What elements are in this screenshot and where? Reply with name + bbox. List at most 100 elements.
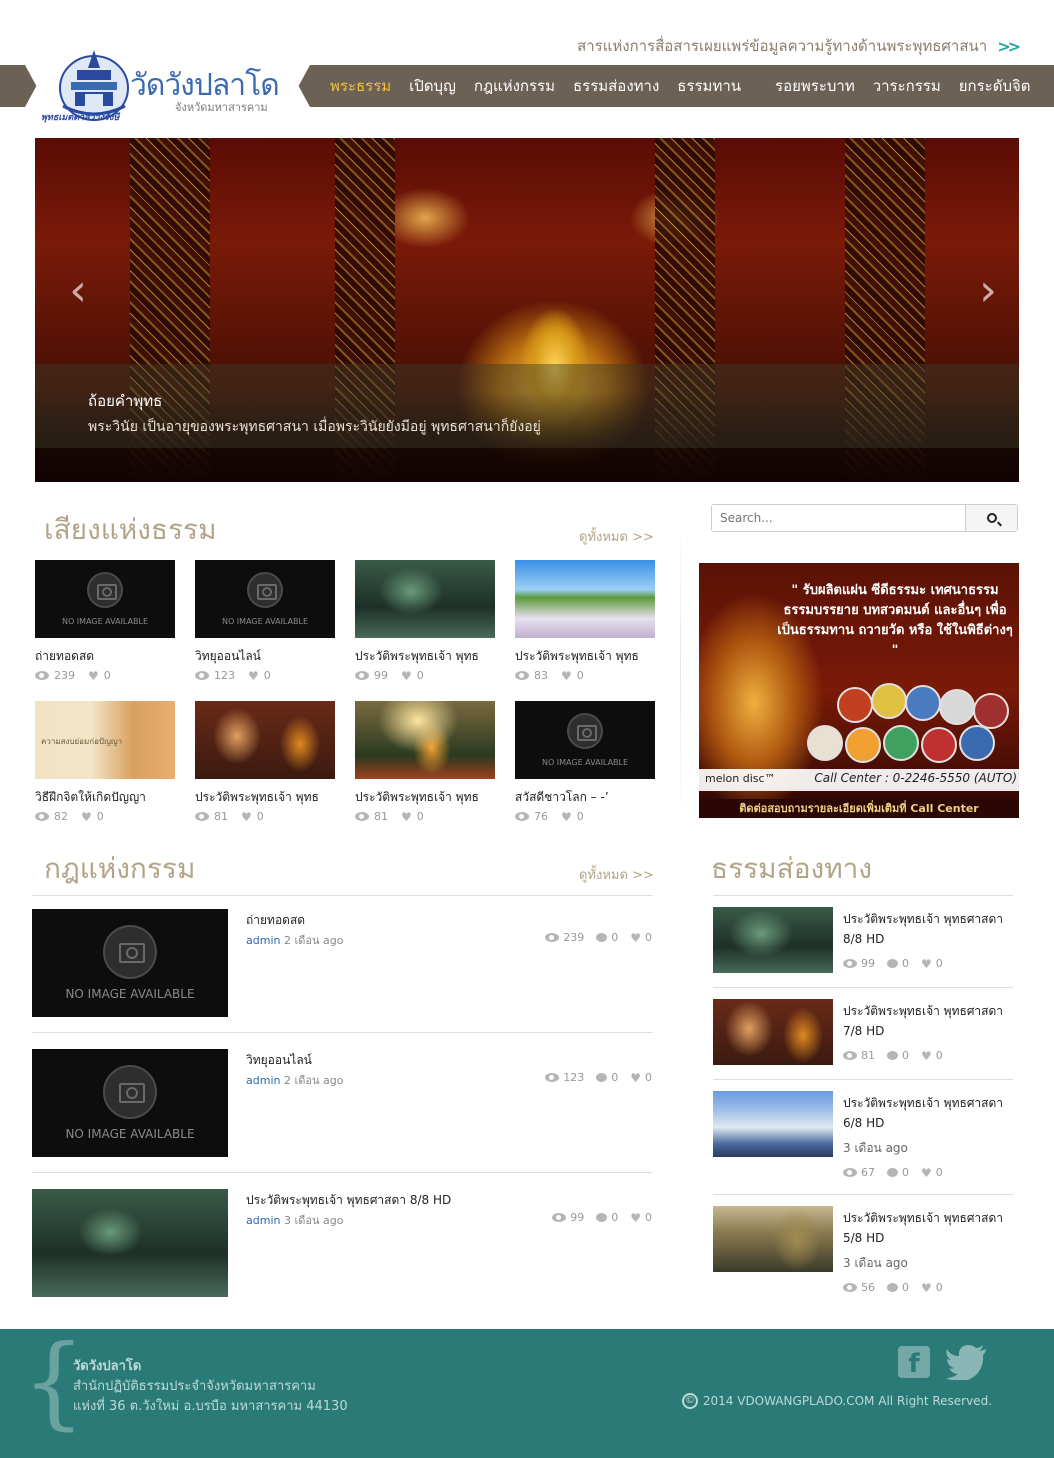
nav-item-karma-term[interactable]: วาระกรรม [873, 74, 941, 98]
video-title[interactable]: ประวัติพระพุทธเจ้า พุทธ [355, 788, 495, 807]
like-count: 0 [576, 810, 584, 823]
guide-thumbnail[interactable] [713, 1206, 833, 1272]
video-stats: 76 ♥ 0 [515, 810, 655, 823]
row-title[interactable]: วิทยุออนไลน์ [246, 1051, 312, 1070]
video-title[interactable]: ประวัติพระพุทธเจ้า พุทธ [515, 647, 655, 666]
video-thumbnail[interactable]: NO IMAGE AVAILABLE [35, 560, 175, 638]
guide-title[interactable]: ประวัติพระพุทธเจ้า พุทธศาสดา 8/8 HD [843, 909, 1013, 949]
comment-icon[interactable] [887, 1168, 898, 1177]
heart-icon[interactable]: ♥ [248, 670, 259, 682]
see-all-karma-link[interactable]: ดูทั้งหมด >> [579, 864, 654, 885]
guide-thumbnail[interactable] [713, 1091, 833, 1157]
nav-item-dhamma-gift[interactable]: ธรรมทาน [677, 74, 741, 98]
list-row[interactable]: NO IMAGE AVAILABLE วิทยุออนไลน์ admin 2 … [32, 1049, 652, 1157]
comment-icon[interactable] [596, 933, 608, 942]
video-thumbnail[interactable] [355, 701, 495, 779]
nav-item-karma-law[interactable]: กฎแห่งกรรม [474, 74, 555, 98]
video-title[interactable]: วิธีฝึกจิตให้เกิดปัญญา [35, 788, 175, 807]
guide-item[interactable]: ประวัติพระพุทธเจ้า พุทธศาสดา 6/8 HD 3 เด… [713, 1091, 1013, 1181]
list-row[interactable]: NO IMAGE AVAILABLE ถ่ายทอดสด admin 2 เดื… [32, 909, 652, 1017]
video-title[interactable]: วิทยุออนไลน์ [195, 647, 335, 666]
guide-item[interactable]: ประวัติพระพุทธเจ้า พุทธศาสดา 7/8 HD 81 0 ♥… [713, 999, 1013, 1069]
nav-item-dhamma[interactable]: พระธรรม [330, 74, 391, 98]
view-count: 123 [214, 669, 235, 682]
see-all-sound-link[interactable]: ดูทั้งหมด >> [579, 526, 654, 547]
video-thumbnail[interactable] [515, 560, 655, 638]
heart-icon[interactable]: ♥ [630, 1212, 641, 1224]
list-row[interactable]: ประวัติพระพุทธเจ้า พุทธศาสดา 8/8 HD admi… [32, 1189, 652, 1297]
heart-icon[interactable]: ♥ [81, 811, 92, 823]
search-input[interactable] [712, 505, 965, 531]
heart-icon[interactable]: ♥ [921, 1050, 932, 1062]
video-title[interactable]: ประวัติพระพุทธเจ้า พุทธ [355, 647, 495, 666]
site-logo[interactable]: วัดวังปลาโด จังหวัดมหาสารคาม พุทธเมตตาสว… [25, 40, 310, 130]
video-card[interactable]: NO IMAGE AVAILABLE ถ่ายทอดสด 239 ♥ 0 [35, 560, 175, 682]
slider-prev-icon[interactable]: ‹ [63, 263, 93, 319]
twitter-icon[interactable] [946, 1344, 988, 1380]
heart-icon[interactable]: ♥ [921, 1282, 932, 1294]
heart-icon[interactable]: ♥ [401, 670, 412, 682]
video-stats: 239 ♥ 0 [35, 669, 175, 682]
guide-thumbnail[interactable] [713, 999, 833, 1065]
row-thumbnail[interactable] [32, 1189, 228, 1297]
video-thumbnail[interactable]: ความสงบย่อมก่อปัญญา [35, 701, 175, 779]
row-title[interactable]: ประวัติพระพุทธเจ้า พุทธศาสดา 8/8 HD [246, 1191, 451, 1210]
video-card[interactable]: ประวัติพระพุทธเจ้า พุทธ 81 ♥ 0 [195, 701, 335, 823]
video-card[interactable]: ประวัติพระพุทธเจ้า พุทธ 99 ♥ 0 [355, 560, 495, 682]
row-author[interactable]: admin [246, 934, 280, 947]
video-thumbnail[interactable]: NO IMAGE AVAILABLE [515, 701, 655, 779]
row-thumbnail[interactable]: NO IMAGE AVAILABLE [32, 1049, 228, 1157]
heart-icon[interactable]: ♥ [921, 1167, 932, 1179]
heart-icon[interactable]: ♥ [561, 811, 572, 823]
heart-icon[interactable]: ♥ [630, 1072, 641, 1084]
heart-icon[interactable]: ♥ [88, 670, 99, 682]
video-card[interactable]: NO IMAGE AVAILABLE สวัสดีชาวโลก – -’ 76 ♥… [515, 701, 655, 823]
row-author[interactable]: admin [246, 1074, 280, 1087]
video-card[interactable]: ความสงบย่อมก่อปัญญา วิธีฝึกจิตให้เกิดปัญ… [35, 701, 175, 823]
video-card[interactable]: ประวัติพระพุทธเจ้า พุทธ 83 ♥ 0 [515, 560, 655, 682]
video-thumbnail[interactable]: NO IMAGE AVAILABLE [195, 560, 335, 638]
video-title[interactable]: สวัสดีชาวโลก – -’ [515, 788, 655, 807]
guide-item[interactable]: ประวัติพระพุทธเจ้า พุทธศาสดา 5/8 HD 3 เด… [713, 1206, 1013, 1296]
heart-icon[interactable]: ♥ [630, 932, 641, 944]
like-count: 0 [416, 810, 424, 823]
row-title[interactable]: ถ่ายทอดสด [246, 911, 305, 930]
nav-item-dhamma-guide[interactable]: ธรรมส่องทาง [573, 74, 659, 98]
double-chevron-right-icon[interactable]: >> [997, 37, 1021, 56]
comment-icon[interactable] [596, 1213, 608, 1222]
like-count: 0 [935, 957, 943, 970]
facebook-icon[interactable]: f [898, 1346, 930, 1379]
row-author[interactable]: admin [246, 1214, 280, 1227]
comment-icon[interactable] [887, 1283, 898, 1292]
nav-item-raise-mind[interactable]: ยกระดับจิต [959, 74, 1031, 98]
like-count: 0 [416, 669, 424, 682]
nav-item-footprint[interactable]: รอยพระบาท [775, 74, 855, 98]
cd-ad-banner[interactable]: " รับผลิตแผ่น ซีดีธรรมะ เทศนาธรรม ธรรมบร… [699, 563, 1019, 818]
comment-icon[interactable] [887, 1051, 898, 1060]
guide-title[interactable]: ประวัติพระพุทธเจ้า พุทธศาสดา 5/8 HD [843, 1208, 1013, 1248]
guide-title[interactable]: ประวัติพระพุทธเจ้า พุทธศาสดา 7/8 HD [843, 1001, 1013, 1041]
hero-slider[interactable]: ถ้อยคำพุทธ พระวินัย เป็นอายุของพระพุทธศา… [35, 138, 1019, 482]
heart-icon[interactable]: ♥ [401, 811, 412, 823]
nav-item-open-merit[interactable]: เปิดบุญ [409, 74, 456, 98]
video-thumbnail[interactable] [195, 701, 335, 779]
comment-icon[interactable] [887, 959, 898, 968]
guide-title[interactable]: ประวัติพระพุทธเจ้า พุทธศาสดา 6/8 HD [843, 1093, 1013, 1133]
slider-next-icon[interactable]: › [973, 263, 1003, 319]
video-title[interactable]: ถ่ายทอดสด [35, 647, 175, 666]
heart-icon[interactable]: ♥ [921, 958, 932, 970]
video-card[interactable]: NO IMAGE AVAILABLE วิทยุออนไลน์ 123 ♥ 0 [195, 560, 335, 682]
disc-image [837, 687, 873, 723]
heart-icon[interactable]: ♥ [561, 670, 572, 682]
video-card[interactable]: ประวัติพระพุทธเจ้า พุทธ 81 ♥ 0 [355, 701, 495, 823]
heart-icon[interactable]: ♥ [241, 811, 252, 823]
video-thumbnail[interactable] [355, 560, 495, 638]
guide-thumbnail[interactable] [713, 907, 833, 973]
copyright-icon: © [681, 1393, 698, 1409]
row-thumbnail[interactable]: NO IMAGE AVAILABLE [32, 909, 228, 1017]
search-button[interactable] [965, 505, 1017, 531]
video-title[interactable]: ประวัติพระพุทธเจ้า พุทธ [195, 788, 335, 807]
guide-item[interactable]: ประวัติพระพุทธเจ้า พุทธศาสดา 8/8 HD 99 0 ♥… [713, 907, 1013, 977]
comment-icon[interactable] [596, 1073, 608, 1082]
view-count: 82 [54, 810, 68, 823]
